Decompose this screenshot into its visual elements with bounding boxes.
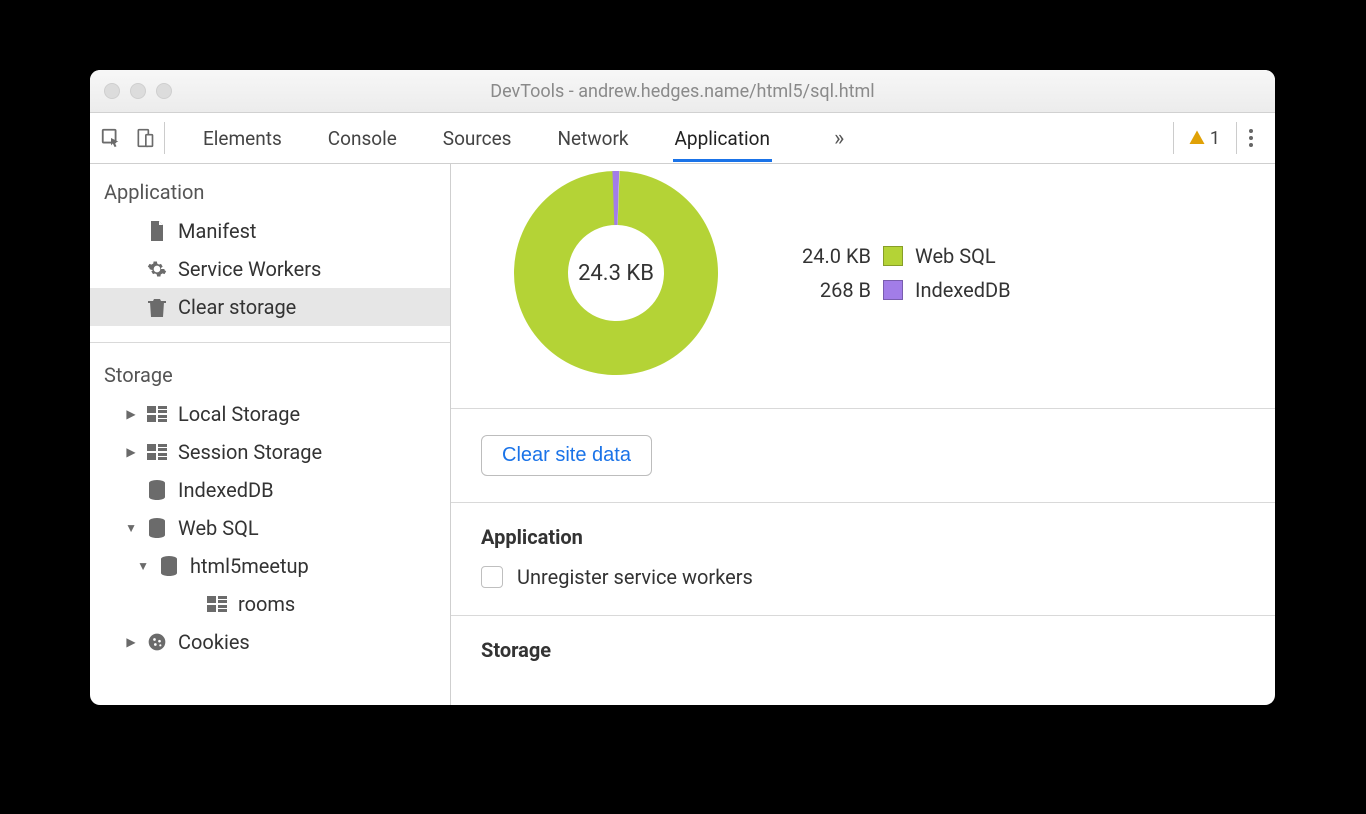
database-icon <box>146 480 168 500</box>
sidebar-item-session-storage[interactable]: ▶ Session Storage <box>90 433 450 471</box>
unregister-sw-checkbox[interactable] <box>481 566 503 588</box>
sidebar-item-websql-table[interactable]: rooms <box>90 585 450 623</box>
document-icon <box>146 221 168 241</box>
sidebar-item-label: rooms <box>238 592 295 616</box>
table-icon <box>206 596 228 612</box>
unregister-sw-row: Unregister service workers <box>451 565 1275 615</box>
storage-grid-icon <box>146 406 168 422</box>
inspect-element-icon[interactable] <box>100 127 122 149</box>
warnings-count: 1 <box>1210 128 1220 149</box>
storage-total: 24.3 KB <box>511 168 721 378</box>
unregister-sw-label: Unregister service workers <box>517 565 753 589</box>
legend-label: Web SQL <box>915 244 996 268</box>
gear-icon <box>146 259 168 279</box>
tabs-overflow-icon[interactable]: » <box>834 126 844 151</box>
tab-console[interactable]: Console <box>326 115 399 162</box>
clear-site-data-button[interactable]: Clear site data <box>481 435 652 476</box>
toolbar-left <box>100 122 165 154</box>
clear-storage-panel: 24.3 KB 24.0 KB Web SQL 268 B IndexedDB <box>451 164 1275 705</box>
legend-value: 268 B <box>781 278 871 302</box>
chevron-right-icon: ▶ <box>126 407 136 421</box>
sidebar-item-cookies[interactable]: ▶ Cookies <box>90 623 450 661</box>
sidebar-item-label: Local Storage <box>178 402 300 426</box>
chevron-right-icon: ▶ <box>126 635 136 649</box>
tab-application[interactable]: Application <box>673 115 772 162</box>
more-options-icon[interactable] <box>1236 122 1265 154</box>
storage-usage-row: 24.3 KB 24.0 KB Web SQL 268 B IndexedDB <box>451 164 1275 408</box>
device-toolbar-icon[interactable] <box>134 127 156 149</box>
sidebar-group-storage: Storage <box>90 347 450 395</box>
chevron-down-icon: ▼ <box>126 521 136 535</box>
sidebar-item-manifest[interactable]: Manifest <box>90 212 450 250</box>
zoom-icon[interactable] <box>156 83 172 99</box>
devtools-window: DevTools - andrew.hedges.name/html5/sql.… <box>90 70 1275 705</box>
sidebar-item-label: Cookies <box>178 630 250 654</box>
sidebar-item-label: Session Storage <box>178 440 322 464</box>
sidebar-item-clear-storage[interactable]: Clear storage <box>90 288 450 326</box>
devtools-tabs: Elements Console Sources Network Applica… <box>183 115 1165 162</box>
tab-elements[interactable]: Elements <box>201 115 284 162</box>
database-icon <box>158 556 180 576</box>
clear-site-data-row: Clear site data <box>451 409 1275 502</box>
legend-swatch <box>883 280 903 300</box>
sidebar-item-label: Manifest <box>178 219 256 243</box>
sidebar-item-label: Web SQL <box>178 516 259 540</box>
devtools-tabsbar: Elements Console Sources Network Applica… <box>90 113 1275 164</box>
window-controls <box>90 83 172 99</box>
storage-usage-chart: 24.3 KB <box>511 168 721 378</box>
sidebar-item-indexeddb[interactable]: IndexedDB <box>90 471 450 509</box>
window-title: DevTools - andrew.hedges.name/html5/sql.… <box>90 81 1275 102</box>
titlebar: DevTools - andrew.hedges.name/html5/sql.… <box>90 70 1275 113</box>
warnings-badge[interactable]: 1 <box>1188 128 1220 149</box>
application-sidebar: Application Manifest Service Workers <box>90 164 451 705</box>
toolbar-right: 1 <box>1173 122 1265 154</box>
sidebar-item-local-storage[interactable]: ▶ Local Storage <box>90 395 450 433</box>
trash-icon <box>146 297 168 317</box>
section-heading-storage: Storage <box>451 616 1275 678</box>
legend-swatch <box>883 246 903 266</box>
legend-value: 24.0 KB <box>781 244 871 268</box>
sidebar-divider <box>90 326 450 343</box>
sidebar-item-websql[interactable]: ▼ Web SQL <box>90 509 450 547</box>
cookie-icon <box>146 632 168 652</box>
database-icon <box>146 518 168 538</box>
tab-sources[interactable]: Sources <box>441 115 514 162</box>
sidebar-item-label: Clear storage <box>178 295 296 319</box>
sidebar-item-service-workers[interactable]: Service Workers <box>90 250 450 288</box>
sidebar-item-label: IndexedDB <box>178 478 274 502</box>
devtools-body: Application Manifest Service Workers <box>90 164 1275 705</box>
minimize-icon[interactable] <box>130 83 146 99</box>
legend-row-websql: 24.0 KB Web SQL <box>781 244 1011 268</box>
sidebar-item-websql-db[interactable]: ▼ html5meetup <box>90 547 450 585</box>
chevron-down-icon: ▼ <box>138 559 148 573</box>
storage-legend: 24.0 KB Web SQL 268 B IndexedDB <box>781 244 1011 302</box>
chevron-right-icon: ▶ <box>126 445 136 459</box>
sidebar-group-application: Application <box>90 164 450 212</box>
close-icon[interactable] <box>104 83 120 99</box>
tab-network[interactable]: Network <box>555 115 630 162</box>
section-heading-application: Application <box>451 503 1275 565</box>
legend-row-indexeddb: 268 B IndexedDB <box>781 278 1011 302</box>
storage-grid-icon <box>146 444 168 460</box>
legend-label: IndexedDB <box>915 278 1011 302</box>
sidebar-item-label: Service Workers <box>178 257 321 281</box>
sidebar-item-label: html5meetup <box>190 554 309 578</box>
